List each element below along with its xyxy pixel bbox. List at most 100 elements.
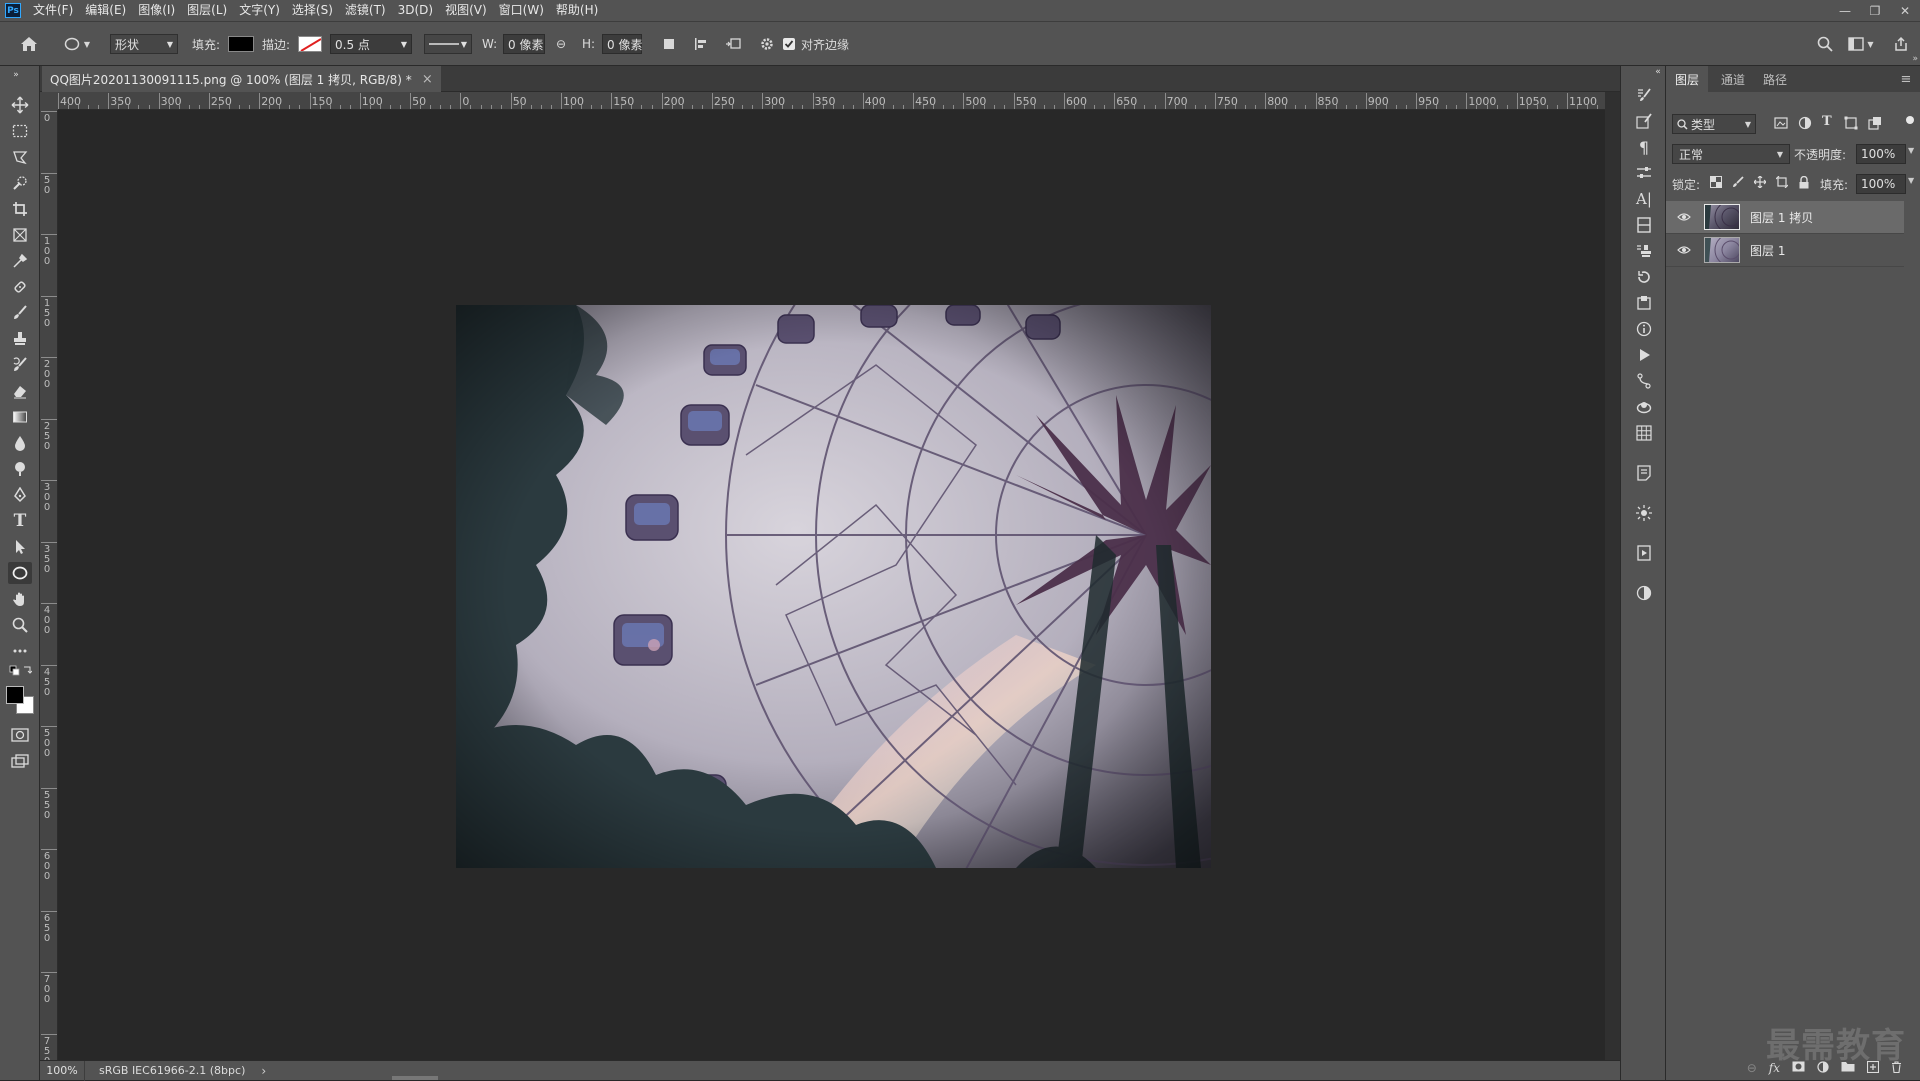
tool-presets-icon[interactable]	[1633, 292, 1655, 314]
brush-tool-icon[interactable]	[8, 302, 32, 324]
tool-preset-picker[interactable]: ▼	[60, 22, 94, 66]
opacity-slider-toggle-icon[interactable]: ▼	[1908, 146, 1914, 155]
layer-visibility-eye-icon[interactable]	[1676, 245, 1692, 255]
hand-tool-icon[interactable]	[8, 588, 32, 610]
info-icon[interactable]	[1633, 318, 1655, 340]
tab-layers[interactable]: 图层	[1666, 66, 1708, 92]
menu-type[interactable]: 文字(Y)	[233, 0, 286, 21]
filter-smart-object-icon[interactable]	[1868, 116, 1884, 132]
crop-tool-icon[interactable]	[8, 198, 32, 220]
menu-window[interactable]: 窗口(W)	[493, 0, 550, 21]
stroke-type-select[interactable]: ▼	[424, 34, 472, 54]
default-colors-icon[interactable]	[8, 664, 32, 678]
fill-slider-toggle-icon[interactable]: ▼	[1908, 176, 1914, 185]
more-tools-icon[interactable]	[8, 640, 32, 662]
history-brush-tool-icon[interactable]	[8, 354, 32, 376]
search-icon[interactable]	[1814, 22, 1836, 66]
actions-play-icon[interactable]	[1633, 344, 1655, 366]
swatches-grid-icon[interactable]	[1633, 422, 1655, 444]
canvas-area[interactable]	[58, 110, 1605, 1060]
close-window-button[interactable]: ✕	[1890, 0, 1920, 21]
menu-help[interactable]: 帮助(H)	[550, 0, 604, 21]
learn-icon[interactable]	[1633, 542, 1655, 564]
filter-toggle-icon[interactable]	[1906, 116, 1914, 124]
lock-all-icon[interactable]	[1798, 175, 1812, 190]
status-menu-arrow-icon[interactable]: ›	[261, 1064, 266, 1078]
fill-swatch[interactable]	[228, 36, 254, 52]
path-alignment-icon[interactable]	[692, 22, 710, 66]
foreground-color-swatch[interactable]	[6, 686, 24, 704]
dodge-tool-icon[interactable]	[8, 458, 32, 480]
frame-tool-icon[interactable]	[8, 224, 32, 246]
zoom-level[interactable]: 100%	[40, 1060, 85, 1081]
menu-layer[interactable]: 图层(L)	[181, 0, 233, 21]
horizontal-ruler[interactable]: 400 350 300 250 200 150 100 50 0 50 100 150 200 250 30…	[58, 92, 1605, 110]
clone-source-icon[interactable]	[1633, 240, 1655, 262]
tab-paths[interactable]: 路径	[1756, 66, 1794, 92]
clone-stamp-tool-icon[interactable]	[8, 328, 32, 350]
height-input[interactable]: 0 像素	[602, 34, 642, 54]
eraser-tool-icon[interactable]	[8, 380, 32, 402]
vertical-ruler[interactable]: 0 5 0 1 0 0 1 5 0 2 0 0 2 5 0 3 0 0 3 5 0 4 0 0 4…	[40, 110, 58, 1060]
type-tool-icon[interactable]: T	[8, 510, 32, 532]
menu-3d[interactable]: 3D(D)	[392, 0, 439, 21]
lock-position-icon[interactable]	[1753, 175, 1768, 190]
menu-file[interactable]: 文件(F)	[27, 0, 79, 21]
marquee-tool-icon[interactable]	[8, 120, 32, 142]
tab-channels[interactable]: 通道	[1714, 66, 1752, 92]
ellipse-tool-icon[interactable]	[8, 562, 32, 584]
lasso-tool-icon[interactable]	[8, 146, 32, 168]
stroke-width-field[interactable]: 0.5 点 ▼	[330, 34, 412, 54]
lock-transparent-pixels-icon[interactable]	[1710, 176, 1724, 190]
color-circle-icon[interactable]	[1633, 582, 1655, 604]
path-operations-icon[interactable]	[660, 22, 678, 66]
menu-view[interactable]: 视图(V)	[439, 0, 493, 21]
layer-visibility-eye-icon[interactable]	[1676, 212, 1692, 222]
paths-icon[interactable]	[1633, 370, 1655, 392]
quick-mask-icon[interactable]	[8, 724, 32, 746]
minimize-button[interactable]: —	[1830, 0, 1860, 21]
filter-adjustment-icon[interactable]	[1798, 116, 1814, 132]
panel-menu-icon[interactable]: ≡	[1898, 66, 1914, 92]
brush-settings-icon[interactable]	[1633, 84, 1655, 106]
pen-tool-icon[interactable]	[8, 484, 32, 506]
menu-filter[interactable]: 滤镜(T)	[339, 0, 392, 21]
healing-brush-tool-icon[interactable]	[8, 276, 32, 298]
lock-image-pixels-icon[interactable]	[1732, 176, 1746, 190]
link-dimensions-icon[interactable]: ⊖	[552, 22, 570, 66]
opacity-input[interactable]: 100%	[1856, 144, 1906, 164]
adjustments-sun-icon[interactable]	[1633, 502, 1655, 524]
eyedropper-tool-icon[interactable]	[8, 250, 32, 272]
lock-artboard-icon[interactable]	[1775, 175, 1790, 190]
tool-mode-select[interactable]: 形状 ▼	[110, 34, 178, 54]
menu-image[interactable]: 图像(I)	[132, 0, 181, 21]
path-arrangement-icon[interactable]	[724, 22, 744, 66]
collapse-dock-icon[interactable]: »	[1912, 54, 1918, 64]
layer-row-copy[interactable]: 图层 1 拷贝	[1666, 201, 1904, 234]
character-icon[interactable]: A|	[1633, 188, 1655, 210]
move-tool-icon[interactable]	[8, 94, 32, 116]
libraries-icon[interactable]	[1633, 214, 1655, 236]
menu-select[interactable]: 选择(S)	[286, 0, 339, 21]
layer-filter-kind-select[interactable]: 类型 ▼	[1672, 114, 1756, 134]
menu-edit[interactable]: 编辑(E)	[79, 0, 132, 21]
gradient-tool-icon[interactable]	[8, 406, 32, 428]
stroke-swatch[interactable]	[298, 36, 322, 52]
blur-tool-icon[interactable]	[8, 432, 32, 454]
filter-pixel-icon[interactable]	[1774, 116, 1790, 132]
notes-icon[interactable]	[1633, 462, 1655, 484]
document-image-ferris-wheel[interactable]	[456, 305, 1211, 868]
blend-mode-select[interactable]: 正常 ▼	[1672, 144, 1790, 164]
document-tab[interactable]: QQ图片20201130091115.png @ 100% (图层 1 拷贝, …	[42, 66, 441, 92]
link-layers-icon[interactable]: ⊖	[1747, 1061, 1757, 1075]
restore-button[interactable]: ❐	[1860, 0, 1890, 21]
align-edges-checkbox[interactable]	[783, 38, 795, 50]
vertical-scrollbar[interactable]	[1605, 92, 1620, 1060]
layer-row-base[interactable]: 图层 1	[1666, 234, 1904, 267]
share-icon[interactable]	[1890, 22, 1912, 66]
width-input[interactable]: 0 像素	[503, 34, 545, 54]
close-tab-icon[interactable]: ×	[422, 72, 433, 87]
quick-selection-tool-icon[interactable]	[8, 172, 32, 194]
paragraph-icon[interactable]: ¶	[1633, 136, 1655, 158]
3d-icon[interactable]	[1633, 396, 1655, 418]
